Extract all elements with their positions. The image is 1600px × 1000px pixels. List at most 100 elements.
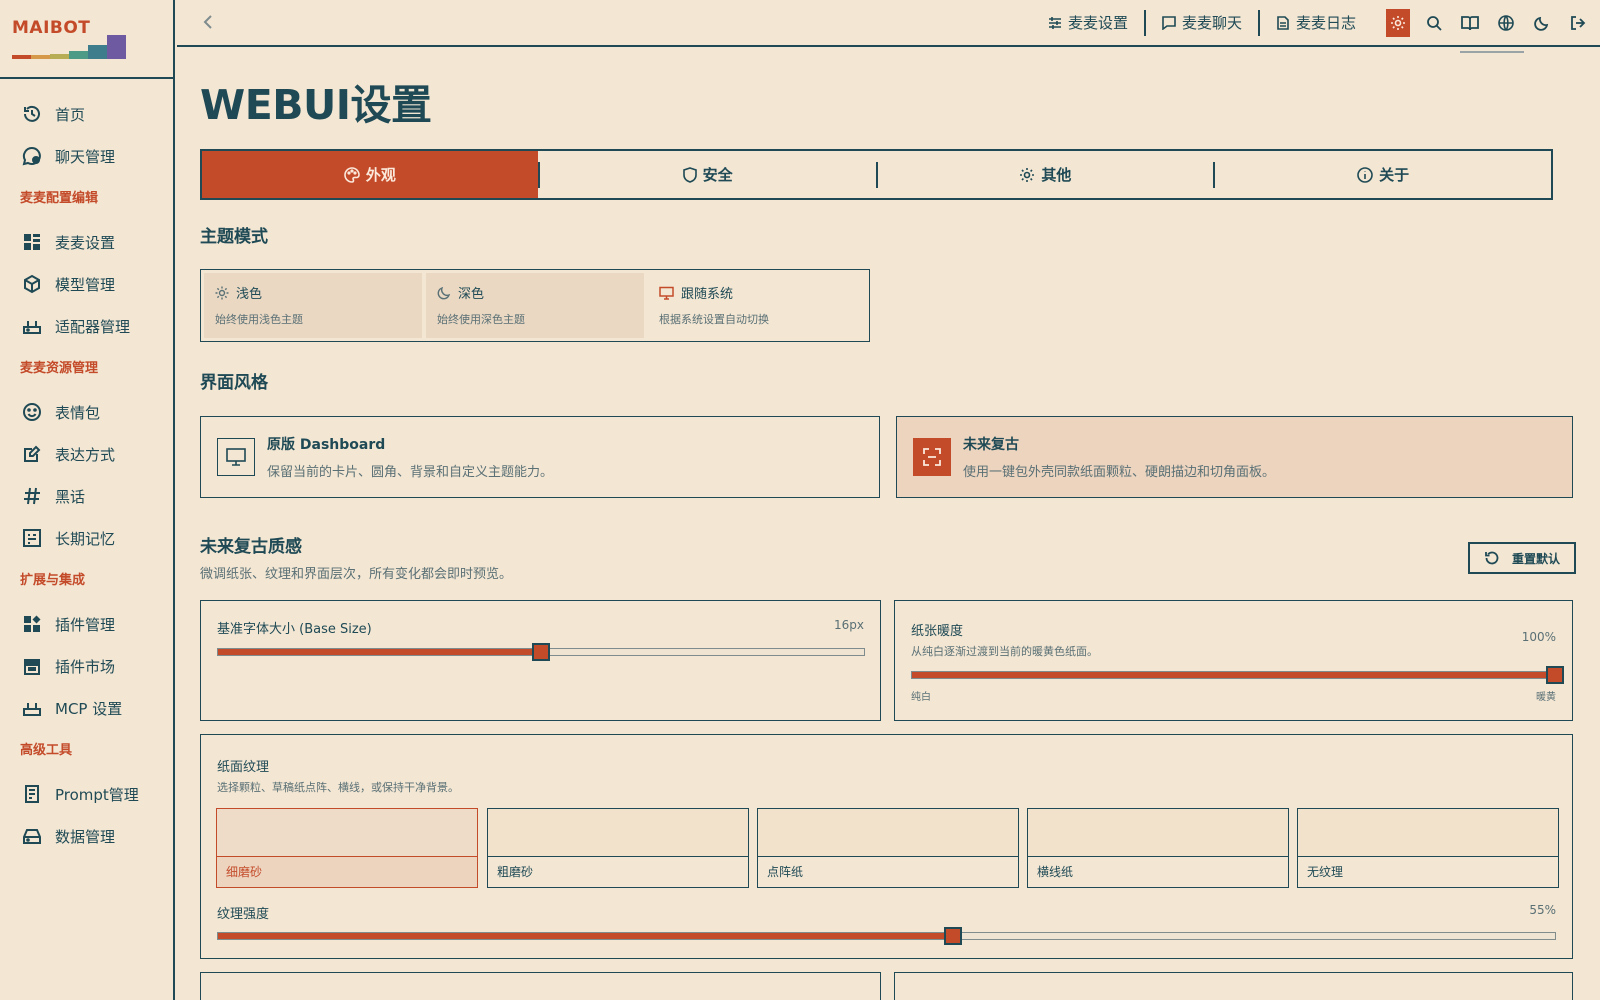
logout-icon [1571, 15, 1586, 30]
sidebar-item-label: 插件管理 [55, 615, 116, 634]
base-size-slider[interactable] [217, 643, 865, 661]
style-card-retro-future[interactable]: 未来复古 使用一键包外壳同款纸面颗粒、硬朗描边和切角面板。 [896, 416, 1573, 498]
sidebar-item-maimai-settings[interactable]: 麦麦设置 [0, 221, 173, 263]
texture-strength-label: 纹理强度 [217, 907, 270, 922]
texture-preview [1298, 809, 1558, 857]
monitor-icon [659, 286, 674, 300]
texture-option-dot-grid[interactable]: 点阵纸 [757, 808, 1019, 888]
paper-texture-title: 纸面纹理 [217, 760, 270, 775]
globe-icon [1498, 14, 1514, 31]
brand-bars [12, 35, 126, 59]
logo[interactable]: MAIBOT [0, 0, 173, 79]
plugin-grid-icon [21, 613, 43, 635]
sidebar-item-plugin-market[interactable]: 插件市场 [0, 645, 173, 687]
texture-option-coarse-grain[interactable]: 粗磨砂 [487, 808, 749, 888]
sidebar-item-label: 麦麦设置 [55, 233, 116, 252]
sidebar-item-home[interactable]: 首页 [0, 93, 173, 135]
sidebar-item-label: 模型管理 [55, 275, 116, 294]
texture-option-label: 横线纸 [1037, 865, 1074, 879]
book-open-icon [1461, 15, 1479, 30]
store-icon [21, 655, 43, 677]
texture-option-label: 粗磨砂 [497, 865, 534, 879]
sidebar-item-slang[interactable]: 黑话 [0, 475, 173, 517]
sidebar-item-label: 表达方式 [55, 445, 116, 464]
sidebar-item-plugin-manage[interactable]: 插件管理 [0, 603, 173, 645]
sidebar-item-data-manage[interactable]: 数据管理 [0, 815, 173, 857]
texture-option-label: 细磨砂 [217, 857, 477, 887]
logout-button[interactable] [1566, 9, 1590, 37]
sidebar-item-label: 数据管理 [55, 827, 116, 846]
theme-option-dark[interactable]: 深色 始终使用深色主题 [426, 273, 644, 338]
sidebar-item-stickers[interactable]: 表情包 [0, 391, 173, 433]
ui-style-heading: 界面风格 [200, 373, 268, 393]
sidebar-item-label: Prompt管理 [55, 785, 139, 804]
texture-option-fine-grain[interactable]: 细磨砂 [216, 808, 478, 888]
texture-option-lined[interactable]: 横线纸 [1027, 808, 1289, 888]
theme-option-desc: 始终使用深色主题 [437, 313, 525, 326]
theme-option-title: 跟随系统 [681, 287, 734, 302]
paper-texture-desc: 选择颗粒、草稿纸点阵、横线，或保持干净背景。 [217, 781, 459, 794]
sidebar-item-model-manage[interactable]: 模型管理 [0, 263, 173, 305]
sidebar-item-label: 聊天管理 [55, 147, 116, 166]
paper-warmth-value: 100% [1521, 630, 1556, 644]
sidebar-item-label: 表情包 [55, 403, 101, 422]
paper-warmth-desc: 从纯白逐渐过渡到当前的暖黄色纸面。 [911, 645, 1098, 658]
language-button[interactable] [1494, 9, 1518, 37]
texture-strength-value: 55% [1529, 903, 1556, 917]
style-card-title: 未来复古 [963, 437, 1019, 453]
brand-bar [50, 54, 69, 59]
tab-label: 关于 [1379, 166, 1410, 184]
slider-thumb[interactable] [1546, 666, 1564, 684]
sidebar-item-label: 适配器管理 [55, 317, 131, 336]
paper-warmth-slider[interactable] [911, 666, 1564, 684]
tab-about[interactable]: 关于 [1215, 151, 1551, 198]
top-link-maimai-logs[interactable]: 麦麦日志 [1260, 9, 1372, 37]
slider-thumb[interactable] [532, 643, 550, 661]
base-size-title: 基准字体大小 (Base Size) [217, 622, 372, 637]
theme-option-system[interactable]: 跟随系统 根据系统设置自动切换 [648, 273, 866, 338]
cube-icon [21, 273, 43, 295]
reset-default-button[interactable]: 重置默认 [1468, 542, 1576, 574]
brand-bar [69, 51, 88, 59]
theme-option-light[interactable]: 浅色 始终使用浅色主题 [204, 273, 422, 338]
sidebar-section-extensions: 扩展与集成 [20, 573, 86, 588]
search-button[interactable] [1422, 9, 1446, 37]
sidebar-item-chat[interactable]: 聊天管理 [0, 135, 173, 177]
top-link-maimai-chat[interactable]: 麦麦聊天 [1146, 9, 1258, 37]
sidebar-item-memory[interactable]: 长期记忆 [0, 517, 173, 559]
tab-security[interactable]: 安全 [540, 151, 876, 198]
sliders-icon [1048, 16, 1062, 30]
sidebar-item-prompt-manage[interactable]: Prompt管理 [0, 773, 173, 815]
texture-option-none[interactable]: 无纹理 [1297, 808, 1559, 888]
sidebar-item-expressions[interactable]: 表达方式 [0, 433, 173, 475]
sidebar-nav: 首页 聊天管理 麦麦配置编辑 麦麦设置 模型管理 适配器管理 麦麦资源管理 表情… [0, 79, 173, 857]
style-card-original[interactable]: 原版 Dashboard 保留当前的卡片、圆角、背景和自定义主题能力。 [200, 416, 880, 498]
tab-appearance[interactable]: 外观 [202, 151, 538, 198]
sidebar-item-mcp-settings[interactable]: MCP 设置 [0, 687, 173, 729]
sidebar-item-adapter-manage[interactable]: 适配器管理 [0, 305, 173, 347]
docs-button[interactable] [1458, 9, 1482, 37]
tab-other[interactable]: 其他 [878, 151, 1214, 198]
texture-strength-slider[interactable] [217, 927, 1556, 945]
warmth-min-label: 纯白 [911, 692, 931, 703]
back-button[interactable] [199, 12, 219, 32]
theme-toggle-button[interactable] [1530, 9, 1554, 37]
retro-texture-desc: 微调纸张、纹理和界面层次，所有变化都会即时预览。 [200, 567, 513, 582]
base-size-value: 16px [834, 618, 864, 632]
main-content: WEBUI设置 外观 安全 其他 关于 主题模式 浅色 始终使用浅色主题 深色 … [177, 47, 1600, 1000]
history-icon [21, 103, 43, 125]
top-link-maimai-settings[interactable]: 麦麦设置 [1032, 9, 1144, 37]
style-card-desc: 保留当前的卡片、圆角、背景和自定义主题能力。 [267, 465, 554, 480]
theme-option-desc: 根据系统设置自动切换 [659, 313, 769, 326]
slider-thumb[interactable] [944, 927, 963, 945]
shield-icon [682, 166, 697, 183]
retro-texture-heading: 未来复古质感 [200, 537, 302, 557]
sidebar-section-config: 麦麦配置编辑 [20, 191, 99, 206]
theme-option-title: 浅色 [236, 287, 263, 302]
texture-option-label: 点阵纸 [767, 865, 804, 879]
paper-warmth-title: 纸张暖度 [911, 624, 964, 639]
settings-button[interactable] [1386, 8, 1410, 37]
next-panel-left [200, 972, 881, 1000]
reset-icon [1484, 550, 1500, 566]
topbar: 麦麦设置 麦麦聊天 麦麦日志 [177, 0, 1600, 47]
